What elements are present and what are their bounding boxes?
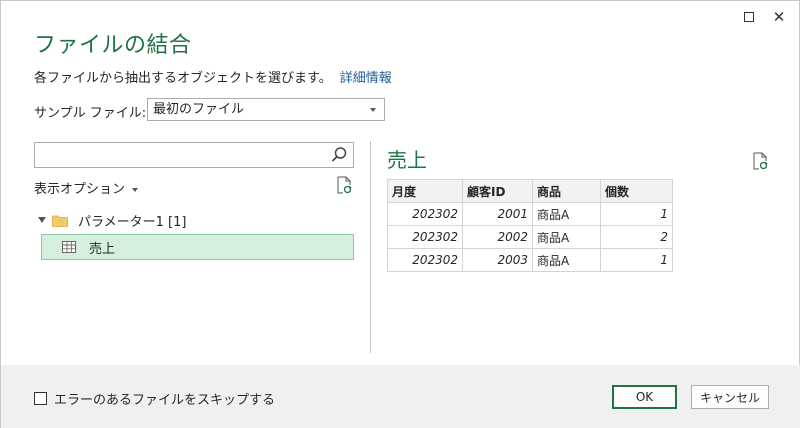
sample-file-dropdown[interactable]: 最初のファイル — [147, 98, 385, 121]
display-options-dropdown[interactable]: 表示オプション — [34, 178, 139, 197]
table-cell: 202302 — [387, 225, 463, 249]
table-cell: 1 — [600, 248, 673, 272]
table-cell: 2002 — [462, 225, 533, 249]
sample-file-label: サンプル ファイル: — [34, 106, 147, 121]
detail-info-link[interactable]: 詳細情報 — [340, 71, 392, 86]
preview-table: 月度 顧客ID 商品 個数 202302 2001 商品A 1 202302 2… — [387, 179, 673, 272]
tree-folder-parameter1[interactable]: パラメーター1 [1] — [38, 210, 186, 230]
column-header: 顧客ID — [462, 179, 533, 203]
pane-divider — [370, 141, 371, 353]
search-icon[interactable] — [330, 146, 348, 164]
table-cell: 2003 — [462, 248, 533, 272]
maximize-button[interactable] — [737, 7, 761, 27]
refresh-icon[interactable] — [752, 152, 768, 170]
table-cell: 2001 — [462, 202, 533, 226]
chevron-down-icon — [132, 187, 139, 192]
search-input[interactable] — [34, 142, 354, 168]
maximize-icon — [744, 12, 754, 22]
cancel-button[interactable]: キャンセル — [691, 385, 769, 409]
column-header: 商品 — [532, 179, 601, 203]
table-icon — [62, 241, 76, 253]
table-header-row: 月度 顧客ID 商品 個数 — [387, 179, 673, 203]
column-header: 月度 — [387, 179, 463, 203]
folder-icon — [52, 215, 68, 227]
table-cell: 商品A — [532, 202, 601, 226]
expand-toggle-icon[interactable] — [38, 217, 46, 223]
tree-folder-label: パラメーター1 [1] — [78, 214, 187, 230]
table-row: 202302 2001 商品A 1 — [387, 202, 673, 226]
sample-file-selected-value: 最初のファイル — [153, 102, 245, 117]
close-button[interactable]: ✕ — [767, 7, 791, 27]
combine-files-dialog: ✕ ファイルの結合 各ファイルから抽出するオブジェクトを選びます。 詳細情報 サン… — [0, 0, 800, 428]
table-cell: 202302 — [387, 202, 463, 226]
tree-item-label: 売上 — [89, 241, 116, 257]
skip-errors-option[interactable]: エラーのあるファイルをスキップする — [34, 389, 275, 408]
display-options-label: 表示オプション — [34, 182, 126, 197]
table-cell: 商品A — [532, 225, 601, 249]
skip-errors-checkbox[interactable] — [34, 392, 47, 405]
skip-errors-label: エラーのあるファイルをスキップする — [54, 393, 276, 408]
table-cell: 1 — [600, 202, 673, 226]
preview-title: 売上 — [387, 148, 427, 172]
ok-button[interactable]: OK — [612, 385, 677, 409]
table-row: 202302 2002 商品A 2 — [387, 225, 673, 249]
tree-item-sales[interactable]: 売上 — [41, 234, 354, 260]
table-cell: 商品A — [532, 248, 601, 272]
instruction-label: 各ファイルから抽出するオブジェクトを選びます。 — [34, 71, 332, 86]
instruction-text: 各ファイルから抽出するオブジェクトを選びます。 詳細情報 — [34, 67, 392, 86]
table-row: 202302 2003 商品A 1 — [387, 248, 673, 272]
close-icon: ✕ — [772, 8, 786, 26]
table-cell: 202302 — [387, 248, 463, 272]
column-header: 個数 — [600, 179, 673, 203]
table-cell: 2 — [600, 225, 673, 249]
refresh-icon[interactable] — [336, 176, 352, 194]
chevron-down-icon — [370, 108, 376, 112]
dialog-title: ファイルの結合 — [34, 33, 192, 58]
